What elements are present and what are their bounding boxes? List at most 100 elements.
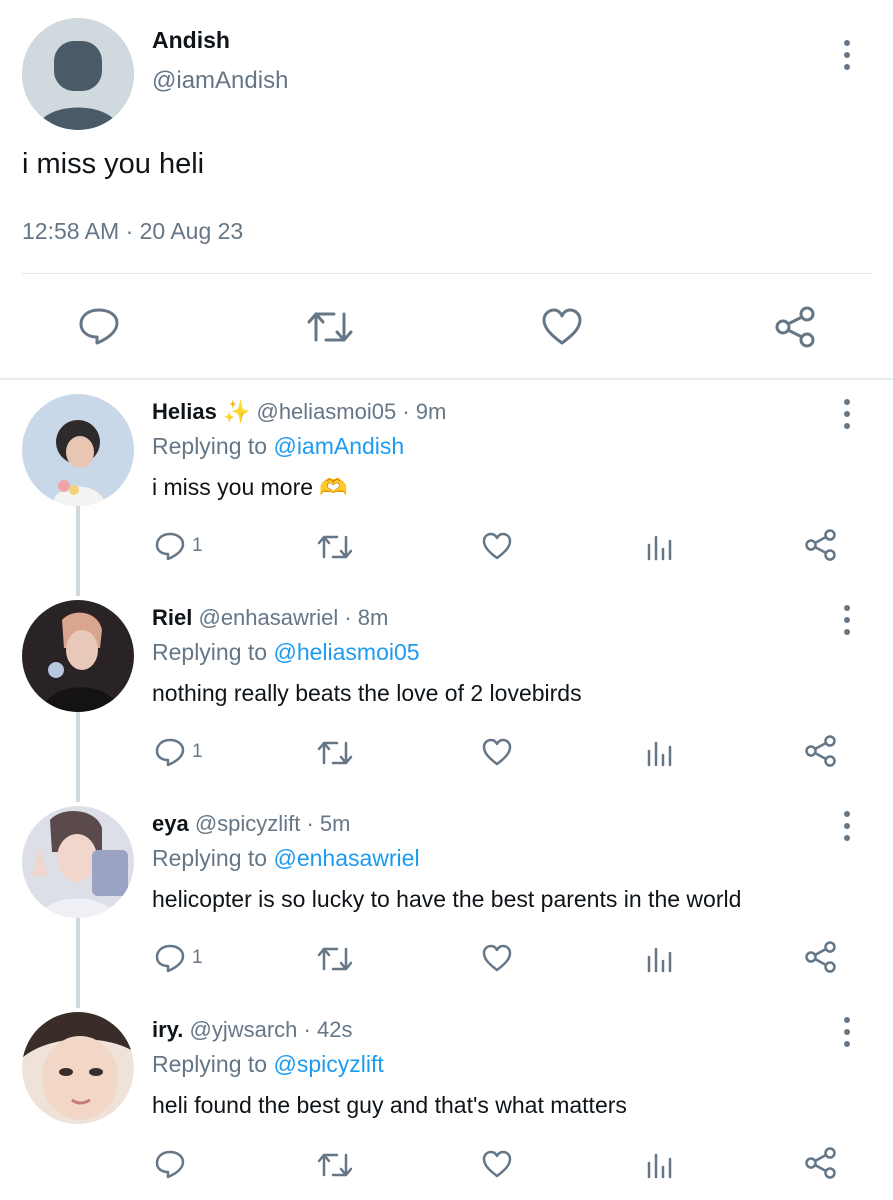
reply-time: · 8m [344, 605, 389, 630]
reply-text: i miss you more 🫶 [152, 474, 349, 500]
like-button[interactable] [541, 307, 583, 352]
tweet-timestamp[interactable]: 12:58 AM · 20 Aug 23 [22, 218, 243, 245]
author-name[interactable]: iry. [152, 1017, 183, 1042]
avatar[interactable] [22, 600, 134, 712]
more-options-icon[interactable] [842, 40, 852, 70]
share-button[interactable] [804, 940, 838, 979]
tweet-text: i miss you heli [22, 148, 205, 180]
retweet-button[interactable] [316, 533, 354, 566]
analytics-button[interactable] [646, 531, 674, 566]
reply-button[interactable] [78, 306, 120, 351]
retweet-icon [317, 1153, 353, 1177]
sparkle-icon: ✨ [222, 399, 251, 424]
heart-icon [482, 1150, 512, 1178]
share-icon [805, 941, 836, 973]
reply-text: nothing really beats the love of 2 loveb… [152, 680, 582, 706]
reply-button[interactable]: 1 [154, 531, 203, 561]
reply-button[interactable]: 1 [154, 943, 203, 973]
comment-icon [155, 738, 185, 767]
retweet-button[interactable] [316, 945, 354, 978]
avatar[interactable] [22, 806, 134, 918]
replying-to-label: Replying to [152, 1051, 268, 1077]
avatar[interactable] [22, 18, 134, 130]
more-options-icon[interactable] [842, 811, 852, 841]
avatar-photo [22, 1012, 134, 1124]
thread-line [76, 712, 80, 802]
replying-to-handle[interactable]: @iamAndish [273, 433, 404, 459]
reply-button[interactable]: 1 [154, 737, 203, 767]
comment-icon [79, 308, 119, 345]
reply-count: 1 [192, 535, 203, 556]
replying-to-label: Replying to [152, 433, 268, 459]
analytics-icon [647, 535, 672, 561]
thread-line [76, 918, 80, 1008]
reply-header: iry. @yjwsarch · 42s [152, 1017, 352, 1043]
like-button[interactable] [481, 1149, 513, 1184]
retweet-button[interactable] [316, 739, 354, 772]
reply-time: · 42s [303, 1017, 353, 1042]
author-name[interactable]: Andish [152, 27, 230, 54]
like-button[interactable] [481, 531, 513, 566]
like-button[interactable] [481, 943, 513, 978]
reply-header: eya @spicyzlift · 5m [152, 811, 350, 837]
reply-header: Helias ✨ @heliasmoi05 · 9m [152, 399, 446, 425]
analytics-icon [647, 947, 672, 973]
share-button[interactable] [774, 305, 818, 354]
share-button[interactable] [804, 734, 838, 773]
share-icon [805, 1147, 836, 1179]
reply-text: helicopter is so lucky to have the best … [152, 886, 742, 912]
replying-to: Replying to @iamAndish [152, 433, 404, 460]
reply-time: · 9m [402, 399, 447, 424]
replying-to-handle[interactable]: @enhasawriel [273, 845, 419, 871]
avatar-photo [22, 806, 134, 918]
author-handle[interactable]: @iamAndish [152, 67, 288, 95]
replying-to-label: Replying to [152, 845, 268, 871]
replying-to-handle[interactable]: @spicyzlift [273, 1051, 383, 1077]
avatar[interactable] [22, 1012, 134, 1124]
analytics-button[interactable] [646, 1149, 674, 1184]
retweet-icon [317, 535, 353, 559]
reply-time: · 5m [306, 811, 351, 836]
heart-icon [482, 944, 512, 972]
heart-icon [482, 738, 512, 766]
divider [22, 273, 871, 274]
thread-line [76, 506, 80, 596]
replying-to: Replying to @spicyzlift [152, 1051, 384, 1078]
like-button[interactable] [481, 737, 513, 772]
heart-icon [482, 532, 512, 560]
share-button[interactable] [804, 1146, 838, 1185]
reply-button[interactable] [154, 1149, 192, 1179]
analytics-button[interactable] [646, 943, 674, 978]
retweet-icon [307, 312, 353, 342]
author-name[interactable]: Helias [152, 399, 217, 424]
share-icon [775, 306, 815, 348]
more-options-icon[interactable] [842, 1017, 852, 1047]
replying-to: Replying to @enhasawriel [152, 845, 420, 872]
analytics-icon [647, 741, 672, 767]
analytics-button[interactable] [646, 737, 674, 772]
share-icon [805, 735, 836, 767]
more-options-icon[interactable] [842, 605, 852, 635]
avatar[interactable] [22, 394, 134, 506]
heart-icon [542, 308, 582, 345]
replying-to: Replying to @heliasmoi05 [152, 639, 420, 666]
more-options-icon[interactable] [842, 399, 852, 429]
author-handle[interactable]: @spicyzlift [195, 811, 300, 836]
comment-icon [155, 944, 185, 973]
reply-header: Riel @enhasawriel · 8m [152, 605, 388, 631]
reply-count: 1 [192, 947, 203, 968]
author-name[interactable]: Riel [152, 605, 192, 630]
default-avatar-icon [22, 18, 134, 130]
replying-to-handle[interactable]: @heliasmoi05 [273, 639, 419, 665]
retweet-button[interactable] [306, 308, 354, 351]
retweet-button[interactable] [316, 1151, 354, 1184]
avatar-photo [22, 600, 134, 712]
author-name[interactable]: eya [152, 811, 189, 836]
author-handle[interactable]: @enhasawriel [198, 605, 338, 630]
avatar-photo [22, 394, 134, 506]
share-button[interactable] [804, 528, 838, 567]
retweet-icon [317, 947, 353, 971]
author-handle[interactable]: @heliasmoi05 [256, 399, 396, 424]
author-handle[interactable]: @yjwsarch [190, 1017, 298, 1042]
reply-count: 1 [192, 741, 203, 762]
